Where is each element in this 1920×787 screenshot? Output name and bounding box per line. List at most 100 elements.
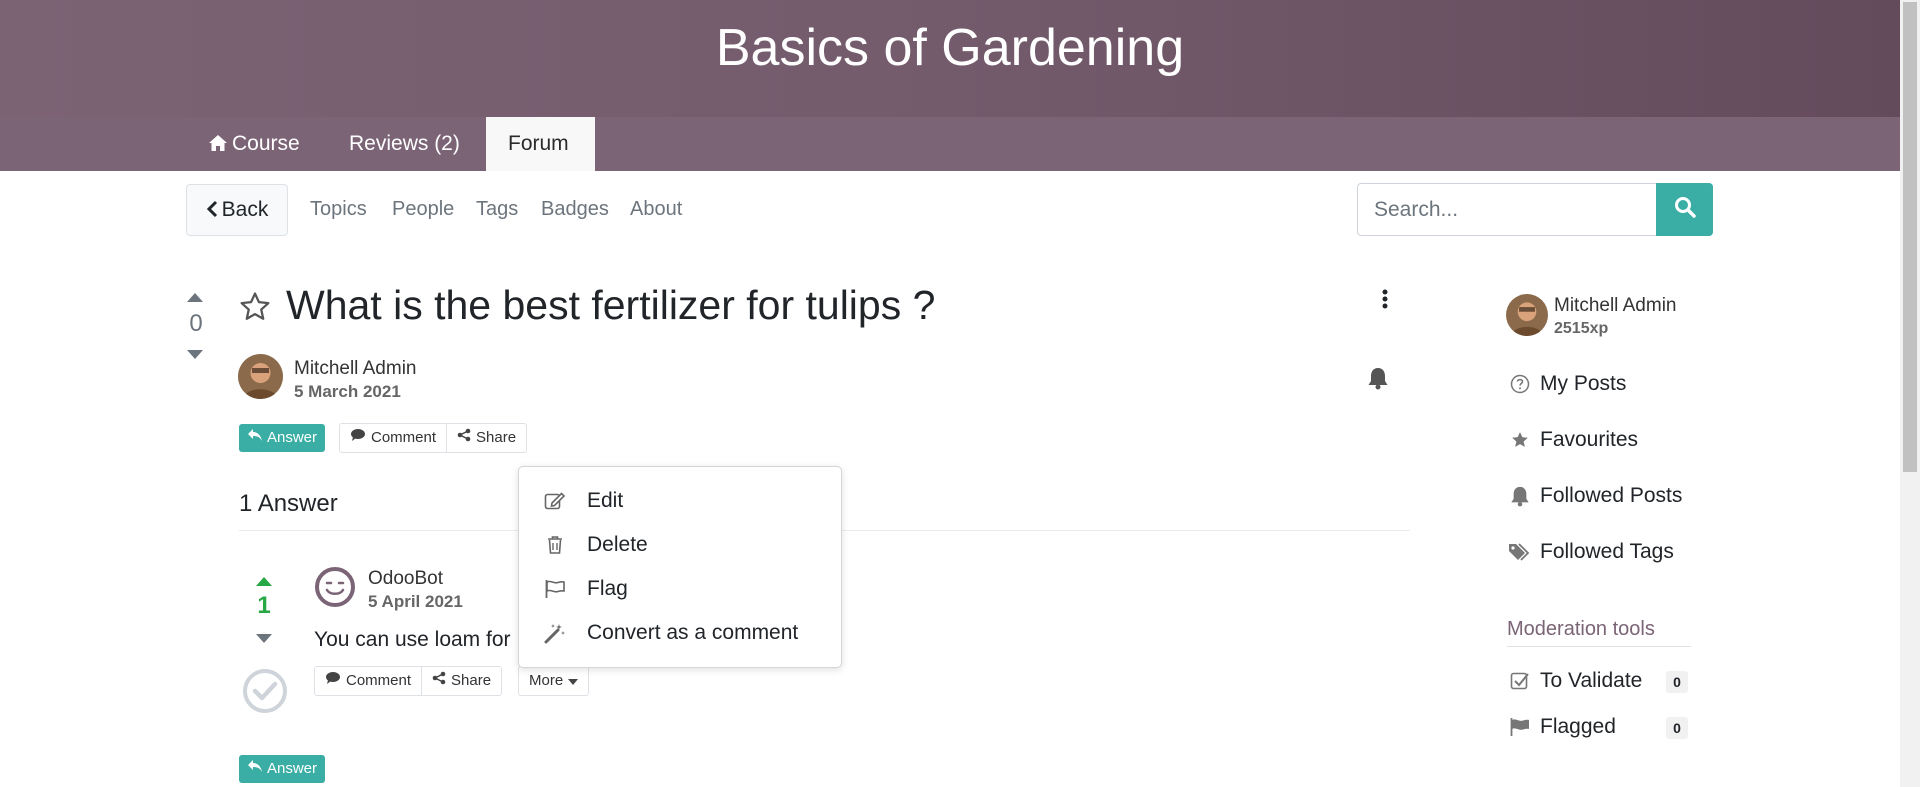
sidebar-my-posts[interactable]: My Posts [1508,372,1626,396]
share-icon [457,424,471,452]
reply-icon [247,424,263,452]
menu-item-flag[interactable]: Flag [543,571,628,607]
answer-button-label: Answer [267,429,318,446]
menu-item-delete[interactable]: Delete [543,527,648,563]
magic-wand-icon [543,621,567,645]
subnav-badges[interactable]: Badges [541,198,609,221]
moderation-tools-heading: Moderation tools [1507,618,1655,640]
answer-comment-button[interactable]: Comment [315,667,421,695]
more-options-icon[interactable] [1382,289,1388,314]
favourite-star-icon[interactable] [238,290,272,329]
answer-upvote-icon[interactable] [255,574,273,592]
moderation-flagged[interactable]: Flagged [1508,715,1616,739]
search-icon [1674,196,1696,223]
trash-icon [543,533,567,557]
tab-reviews-label: Reviews (2) [349,132,460,155]
comment-icon [350,424,366,452]
tab-forum-label: Forum [508,132,569,155]
star-icon [1508,428,1532,452]
share-icon [432,667,446,695]
answers-count-heading: 1 Answer [239,490,338,517]
menu-item-convert-label: Convert as a comment [587,621,799,644]
subnav-people[interactable]: People [392,198,454,221]
sidebar-favourites[interactable]: Favourites [1508,428,1638,452]
sidebar-user-xp: 2515xp [1554,320,1609,337]
subnav-tags[interactable]: Tags [476,198,518,221]
tags-icon [1508,540,1532,564]
downvote-icon[interactable] [186,348,204,366]
question-circle-icon [1508,372,1532,396]
reply-icon [247,755,263,783]
caret-down-icon [568,667,579,695]
search-button[interactable] [1656,183,1713,236]
question-title: What is the best fertilizer for tulips ? [286,282,936,328]
comment-icon [325,667,341,695]
accept-answer-icon[interactable] [242,668,288,719]
bell-icon [1508,484,1532,508]
author-avatar [238,354,283,399]
back-label: Back [221,198,269,221]
tab-course[interactable]: Course [186,117,322,171]
menu-item-convert-comment[interactable]: Convert as a comment [543,615,798,651]
chevron-left-icon [206,187,218,237]
follow-bell-icon[interactable] [1367,366,1389,395]
sidebar-user-name[interactable]: Mitchell Admin [1554,295,1677,317]
check-square-icon [1508,669,1532,693]
answer-more-dropdown-toggle[interactable]: More [518,666,590,696]
answer-share-label: Share [451,672,492,689]
comment-button[interactable]: Comment [340,424,446,452]
sidebar-followed-tags[interactable]: Followed Tags [1508,540,1674,564]
course-title: Basics of Gardening [715,19,1185,77]
answer-more-menu: Edit Delete Flag Convert as a comment [518,466,842,668]
search-input[interactable]: Search... [1357,183,1657,236]
question-actions: Comment Share [339,423,528,453]
question-author-name[interactable]: Mitchell Admin [294,358,417,380]
odoobot-avatar [314,566,356,608]
sidebar-followed-posts[interactable]: Followed Posts [1508,484,1682,508]
bottom-answer-label: Answer [267,760,318,777]
moderation-to-validate[interactable]: To Validate [1508,669,1642,693]
moderation-to-validate-label: To Validate [1540,669,1643,692]
menu-item-delete-label: Delete [587,533,648,556]
menu-item-edit-label: Edit [587,489,624,512]
share-button[interactable]: Share [446,424,526,452]
menu-item-edit[interactable]: Edit [543,483,623,519]
subnav-about[interactable]: About [630,198,682,221]
moderation-flagged-label: Flagged [1540,715,1616,738]
answer-date: 5 April 2021 [368,592,463,611]
answer-button[interactable]: Answer [239,424,326,452]
answer-vote-count: 1 [257,592,271,619]
share-label: Share [476,429,517,446]
answer-share-button[interactable]: Share [421,667,501,695]
answer-actions: Comment Share [314,666,503,696]
sidebar-favourites-label: Favourites [1540,428,1639,451]
flag-icon [543,577,567,601]
upvote-icon[interactable] [186,290,204,308]
subnav-topics[interactable]: Topics [310,198,367,221]
answer-comment-label: Comment [346,672,412,689]
moderation-divider [1507,646,1691,647]
bottom-answer-button[interactable]: Answer [239,755,326,783]
more-label: More [529,672,564,689]
tab-course-label: Course [232,132,300,155]
flag-icon [1508,715,1532,739]
sidebar-user-avatar [1506,294,1548,336]
answer-author-name[interactable]: OdooBot [368,568,443,590]
answer-body: You can use loam for [314,628,511,651]
tab-reviews[interactable]: Reviews (2) [327,117,482,171]
to-validate-count: 0 [1666,671,1688,693]
home-icon [208,119,228,151]
question-vote-count: 0 [189,310,203,337]
sidebar-followed-tags-label: Followed Tags [1540,540,1674,563]
scrollbar-thumb[interactable] [1903,2,1917,472]
sidebar-my-posts-label: My Posts [1540,372,1627,395]
comment-label: Comment [371,429,437,446]
question-date: 5 March 2021 [294,382,401,401]
menu-item-flag-label: Flag [587,577,628,600]
answer-downvote-icon[interactable] [255,632,273,650]
flagged-count: 0 [1666,717,1688,739]
tab-forum[interactable]: Forum [486,117,595,171]
sidebar-followed-posts-label: Followed Posts [1540,484,1683,507]
back-button[interactable]: Back [186,184,288,236]
edit-icon [543,489,567,513]
